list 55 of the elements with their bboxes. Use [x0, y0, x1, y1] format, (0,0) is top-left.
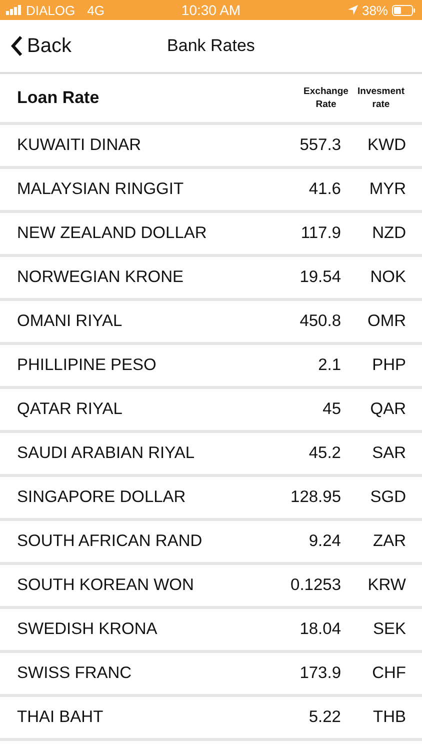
chevron-left-icon: [10, 35, 23, 57]
back-button[interactable]: Back: [0, 34, 72, 58]
exchange-rate: 18.04: [298, 620, 341, 639]
currency-code: KRW: [366, 576, 406, 595]
exchange-rate: 2.1: [317, 356, 341, 375]
currency-code: PHP: [371, 356, 406, 375]
exchange-rate: 5.22: [308, 708, 341, 727]
currency-code: OMR: [366, 312, 406, 331]
currency-name: SOUTH KOREAN WON: [17, 576, 195, 595]
currency-code: QAR: [369, 400, 406, 419]
currency-name: OMANI RIYAL: [17, 312, 124, 331]
exchange-rate: 128.95: [290, 488, 341, 507]
currency-name: NEW ZEALAND DOLLAR: [17, 224, 208, 243]
currency-code: KWD: [366, 136, 406, 155]
section-title: Loan Rate: [17, 88, 100, 108]
exchange-rate: 450.8: [298, 312, 341, 331]
currency-code: SEK: [372, 620, 406, 639]
currency-code: SGD: [369, 488, 406, 507]
currency-code: SAR: [371, 444, 406, 463]
battery-icon: [392, 4, 416, 16]
currency-name: THAI BAHT: [17, 708, 104, 727]
exchange-rate: 41.6: [308, 180, 341, 199]
currency-name: PHILLIPINE PESO: [17, 356, 158, 375]
signal-icon: [6, 5, 22, 15]
exchange-rate: 0.1253: [290, 576, 341, 595]
exchange-rate: 173.9: [298, 664, 341, 683]
exchange-rate: 19.54: [298, 268, 341, 287]
currency-name: KUWAITI DINAR: [17, 136, 142, 155]
currency-code: MYR: [368, 180, 406, 199]
carrier-name: DIALOG: [26, 2, 76, 18]
exchange-rate: 45: [322, 400, 341, 419]
exchange-rate: 557.3: [298, 136, 341, 155]
currency-code: NOK: [369, 268, 406, 287]
currency-name: NORWEGIAN KRONE: [17, 268, 185, 287]
currency-code: CHF: [371, 664, 406, 683]
exchange-rate: 45.2: [308, 444, 341, 463]
currency-name: SOUTH AFRICAN RAND: [17, 532, 204, 551]
currency-name: SINGAPORE DOLLAR: [17, 488, 187, 507]
currency-name: SAUDI ARABIAN RIYAL: [17, 444, 196, 463]
exchange-rate: 9.24: [308, 532, 341, 551]
currency-name: MALAYSIAN RINGGIT: [17, 180, 185, 199]
currency-name: SWEDISH KRONA: [17, 620, 158, 639]
clock-time: 10:30 AM: [181, 2, 241, 18]
battery-percent: 38%: [362, 2, 388, 18]
page-title: Bank Rates: [167, 36, 255, 56]
column-header: Exchange Rate: [302, 85, 350, 111]
location-icon: [348, 5, 358, 15]
currency-name: QATAR RIYAL: [17, 400, 124, 419]
exchange-rate: 117.9: [300, 224, 341, 243]
currency-code: NZD: [371, 224, 406, 243]
column-header: Invesment rate: [356, 85, 406, 111]
network-type: 4G: [87, 2, 104, 18]
currency-code: ZAR: [372, 532, 406, 551]
currency-code: THB: [372, 708, 406, 727]
currency-name: SWISS FRANC: [17, 664, 133, 683]
